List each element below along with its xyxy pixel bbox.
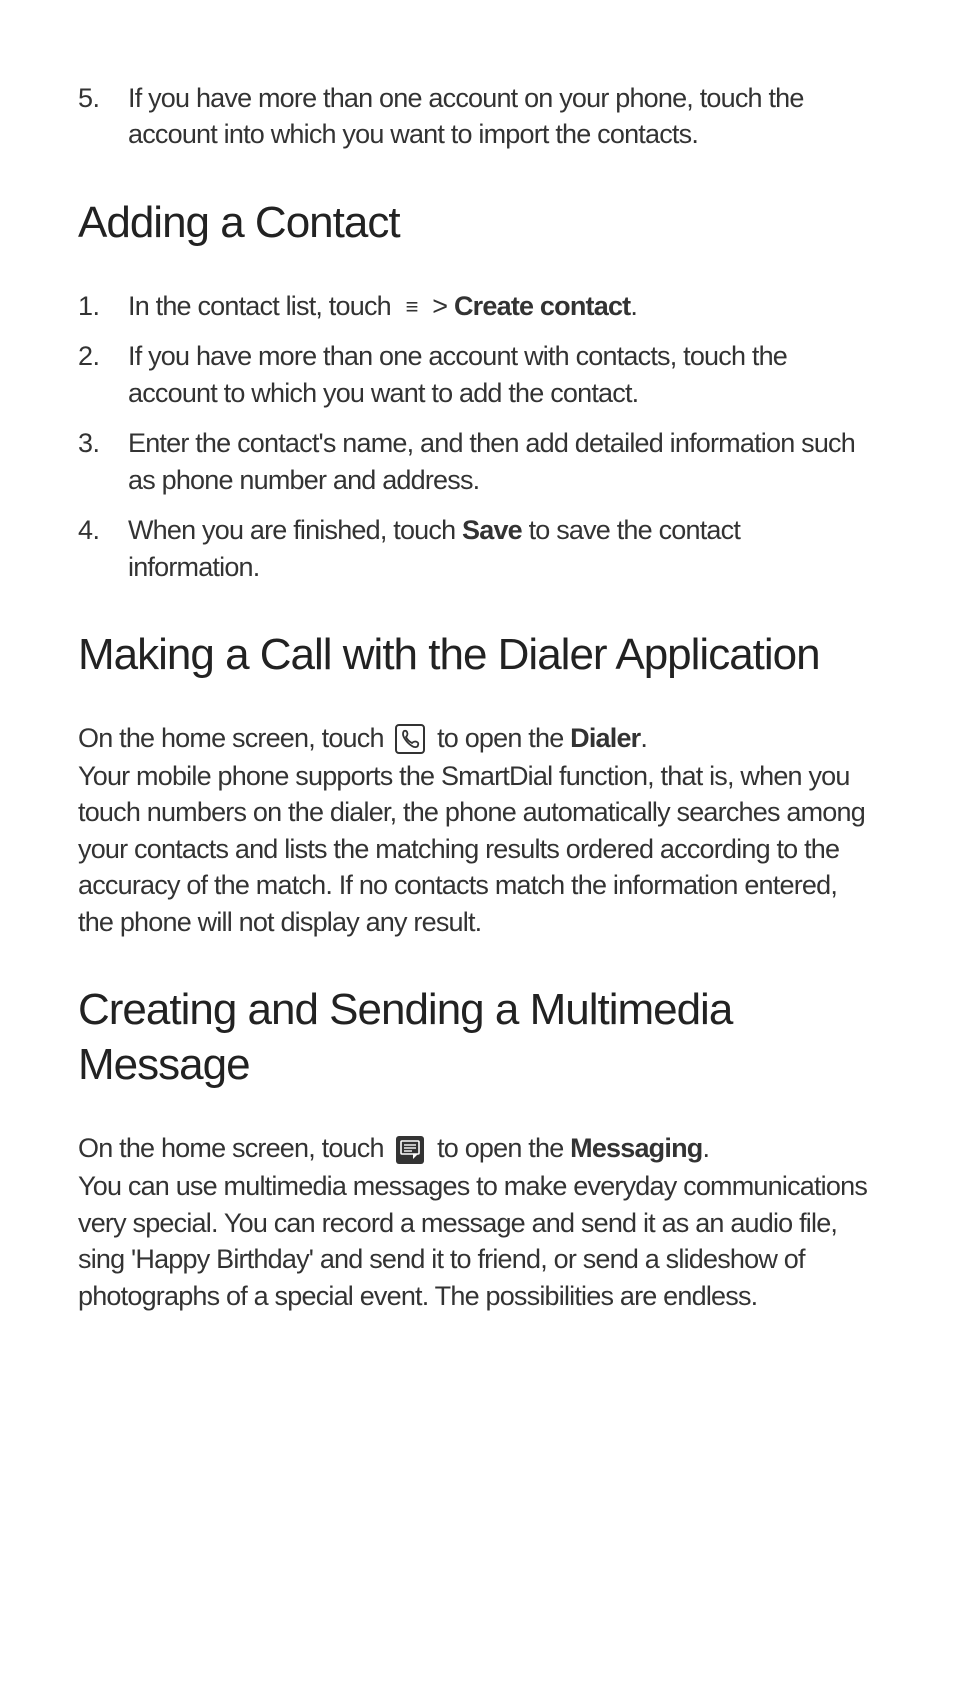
bold-text: Save bbox=[462, 515, 522, 545]
text-suffix: . bbox=[630, 291, 637, 321]
bold-text: Messaging bbox=[570, 1133, 702, 1163]
list-item: 5. If you have more than one account on … bbox=[78, 80, 876, 153]
list-text: Enter the contact's name, and then add d… bbox=[128, 425, 876, 498]
text-gt: > bbox=[426, 291, 454, 321]
bold-text: Create contact bbox=[454, 291, 630, 321]
text-rest: Your mobile phone supports the SmartDial… bbox=[78, 761, 865, 937]
messaging-paragraph: On the home screen, touch to open the Me… bbox=[78, 1130, 876, 1314]
list-item: 4. When you are finished, touch Save to … bbox=[78, 512, 876, 585]
text-period: . bbox=[640, 723, 647, 753]
list-number: 1. bbox=[78, 288, 128, 324]
list-item: 1. In the contact list, touch ≡ > Create… bbox=[78, 288, 876, 324]
list-number: 2. bbox=[78, 338, 128, 411]
text-prefix: On the home screen, touch bbox=[78, 1133, 390, 1163]
text-prefix: On the home screen, touch bbox=[78, 723, 390, 753]
phone-icon bbox=[392, 722, 428, 758]
text-mid: to open the bbox=[430, 1133, 570, 1163]
list-item: 2. If you have more than one account wit… bbox=[78, 338, 876, 411]
list-number: 5. bbox=[78, 80, 128, 153]
list-item: 3. Enter the contact's name, and then ad… bbox=[78, 425, 876, 498]
dialer-paragraph: On the home screen, touch to open the Di… bbox=[78, 720, 876, 940]
text-period: . bbox=[702, 1133, 709, 1163]
list-text: When you are finished, touch Save to sav… bbox=[128, 512, 876, 585]
text-prefix: In the contact list, touch bbox=[128, 291, 398, 321]
heading-multimedia-message: Creating and Sending a Multimedia Messag… bbox=[78, 982, 876, 1092]
heading-making-call: Making a Call with the Dialer Applicatio… bbox=[78, 627, 876, 682]
heading-adding-contact: Adding a Contact bbox=[78, 195, 876, 250]
list-number: 4. bbox=[78, 512, 128, 585]
list-text: In the contact list, touch ≡ > Create co… bbox=[128, 288, 637, 324]
bold-text: Dialer bbox=[570, 723, 640, 753]
messaging-icon bbox=[392, 1132, 428, 1168]
list-number: 3. bbox=[78, 425, 128, 498]
text-rest: You can use multimedia messages to make … bbox=[78, 1171, 867, 1310]
prelist-section: 5. If you have more than one account on … bbox=[78, 80, 876, 153]
text-prefix: When you are finished, touch bbox=[128, 515, 462, 545]
list-text: If you have more than one account on you… bbox=[128, 80, 876, 153]
adding-contact-list: 1. In the contact list, touch ≡ > Create… bbox=[78, 288, 876, 585]
list-text: If you have more than one account with c… bbox=[128, 338, 876, 411]
menu-icon: ≡ bbox=[406, 292, 418, 322]
text-mid: to open the bbox=[430, 723, 570, 753]
